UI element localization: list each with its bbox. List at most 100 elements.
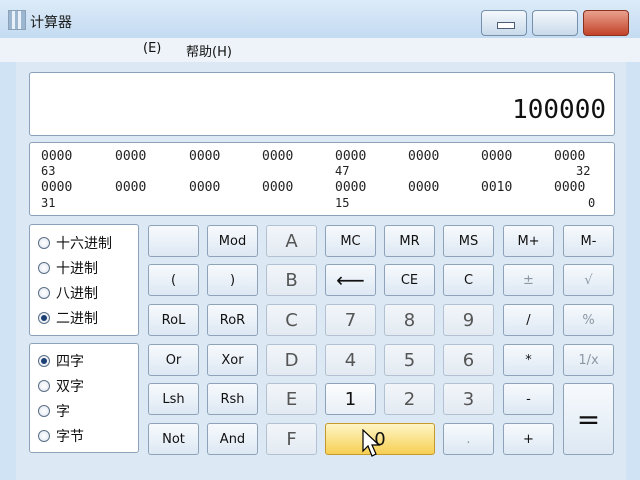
digit-4-key[interactable]: 4 <box>325 344 376 376</box>
mc-key[interactable]: MC <box>325 225 376 257</box>
rsh-key[interactable]: Rsh <box>207 383 258 415</box>
bit-group: 0000 <box>481 149 513 164</box>
radio-button-selected[interactable] <box>38 312 50 324</box>
bit-group: 0000 <box>408 149 440 164</box>
minimize-button[interactable] <box>481 10 527 36</box>
digit-3-key[interactable]: 3 <box>443 383 494 415</box>
add-key[interactable]: + <box>503 423 554 455</box>
bit-group: 0000 <box>189 180 221 195</box>
rol-key[interactable]: RoL <box>148 304 199 336</box>
radio-label: 字节 <box>56 429 84 445</box>
sqrt-key[interactable]: √ <box>563 264 614 296</box>
radio-dword[interactable]: 双字 <box>38 376 84 396</box>
m-minus-key[interactable]: M- <box>563 225 614 257</box>
bit-group: 0000 <box>115 149 147 164</box>
bit-position-label: 32 <box>576 164 591 178</box>
lsh-key[interactable]: Lsh <box>148 383 199 415</box>
maximize-button[interactable] <box>532 10 578 36</box>
radio-button[interactable] <box>38 237 50 249</box>
bit-group: 0000 <box>41 180 73 195</box>
radio-label: 十六进制 <box>56 236 112 252</box>
plus-minus-key[interactable]: ± <box>503 264 554 296</box>
mod-key[interactable]: Mod <box>207 225 258 257</box>
digit-8-key[interactable]: 8 <box>384 304 435 336</box>
close-button[interactable] <box>583 10 629 36</box>
radio-label: 八进制 <box>56 286 98 302</box>
bit-group: 0000 <box>335 149 367 164</box>
mr-key[interactable]: MR <box>384 225 435 257</box>
ror-key[interactable]: RoR <box>207 304 258 336</box>
bit-position-label: 63 <box>41 164 56 178</box>
hex-e-key[interactable]: E <box>266 383 317 415</box>
backspace-key[interactable]: ⟵ <box>325 264 376 296</box>
radio-button[interactable] <box>38 380 50 392</box>
digit-9-key[interactable]: 9 <box>443 304 494 336</box>
radio-button[interactable] <box>38 405 50 417</box>
divide-key[interactable]: / <box>503 304 554 336</box>
radio-qword[interactable]: 四字 <box>38 351 84 371</box>
radio-button[interactable] <box>38 430 50 442</box>
title-bar: 计算器 <box>0 0 640 38</box>
radio-button[interactable] <box>38 262 50 274</box>
radio-label: 字 <box>56 404 70 420</box>
menu-edit[interactable]: (E) <box>143 41 161 56</box>
digit-1-key[interactable]: 1 <box>325 383 376 415</box>
subtract-key[interactable]: - <box>503 383 554 415</box>
bit-group: 0000 <box>554 149 586 164</box>
percent-key[interactable]: % <box>563 304 614 336</box>
ce-key[interactable]: CE <box>384 264 435 296</box>
decimal-key[interactable]: . <box>443 423 494 455</box>
bit-position-label: 31 <box>41 196 56 210</box>
radio-label: 十进制 <box>56 261 98 277</box>
radio-dec[interactable]: 十进制 <box>38 258 98 278</box>
bit-group: 0000 <box>262 149 294 164</box>
or-key[interactable]: Or <box>148 344 199 376</box>
bit-group: 0000 <box>189 149 221 164</box>
display-value: 100000 <box>512 95 606 125</box>
multiply-key[interactable]: * <box>503 344 554 376</box>
digit-6-key[interactable]: 6 <box>443 344 494 376</box>
ms-key[interactable]: MS <box>443 225 494 257</box>
right-paren-key[interactable]: ) <box>207 264 258 296</box>
bit-group: 0000 <box>335 180 367 195</box>
minimize-icon <box>497 22 515 29</box>
digit-2-key[interactable]: 2 <box>384 383 435 415</box>
blank-key[interactable] <box>148 225 199 257</box>
radio-label: 二进制 <box>56 311 98 327</box>
not-key[interactable]: Not <box>148 423 199 455</box>
display: 100000 <box>29 72 615 136</box>
radio-label: 双字 <box>56 379 84 395</box>
menu-help[interactable]: 帮助(H) <box>186 41 232 60</box>
hex-b-key[interactable]: B <box>266 264 317 296</box>
radio-button[interactable] <box>38 287 50 299</box>
radio-byte[interactable]: 字节 <box>38 426 84 446</box>
reciprocal-key[interactable]: 1/x <box>563 344 614 376</box>
bit-group: 0000 <box>41 149 73 164</box>
m-plus-key[interactable]: M+ <box>503 225 554 257</box>
radio-button-selected[interactable] <box>38 355 50 367</box>
bit-panel: 0000 0000 0000 0000 0000 0000 0000 0000 … <box>29 142 615 216</box>
hex-a-key[interactable]: A <box>266 225 317 257</box>
bit-group: 0000 <box>408 180 440 195</box>
bit-position-label: 0 <box>588 196 596 210</box>
radio-oct[interactable]: 八进制 <box>38 283 98 303</box>
mouse-cursor-icon <box>362 429 381 457</box>
radio-hex[interactable]: 十六进制 <box>38 233 112 253</box>
bit-group: 0000 <box>115 180 147 195</box>
xor-key[interactable]: Xor <box>207 344 258 376</box>
hex-f-key[interactable]: F <box>266 423 317 455</box>
hex-c-key[interactable]: C <box>266 304 317 336</box>
digit-5-key[interactable]: 5 <box>384 344 435 376</box>
c-key[interactable]: C <box>443 264 494 296</box>
radio-bin[interactable]: 二进制 <box>38 308 98 328</box>
and-key[interactable]: And <box>207 423 258 455</box>
equals-key[interactable]: = <box>563 383 614 455</box>
calculator-app-icon <box>8 10 26 30</box>
hex-d-key[interactable]: D <box>266 344 317 376</box>
left-paren-key[interactable]: ( <box>148 264 199 296</box>
radio-word[interactable]: 字 <box>38 401 70 421</box>
bit-position-label: 15 <box>335 196 350 210</box>
bit-group: 0000 <box>262 180 294 195</box>
digit-7-key[interactable]: 7 <box>325 304 376 336</box>
radio-label: 四字 <box>56 354 84 370</box>
